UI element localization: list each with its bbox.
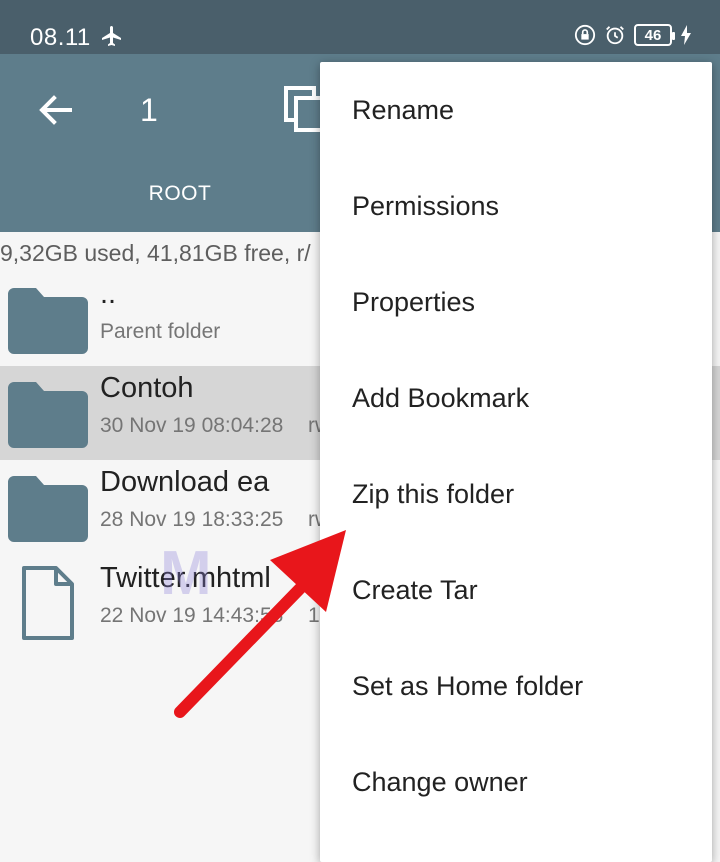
menu-item-create-tar[interactable]: Create Tar bbox=[320, 542, 712, 638]
status-time: 08.11 bbox=[30, 24, 91, 51]
menu-item-rename[interactable]: Rename bbox=[320, 62, 712, 158]
menu-item-properties[interactable]: Properties bbox=[320, 254, 712, 350]
menu-item-add-bookmark[interactable]: Add Bookmark bbox=[320, 350, 712, 446]
menu-item-permissions[interactable]: Permissions bbox=[320, 158, 712, 254]
folder-icon bbox=[8, 382, 88, 448]
file-name: .. bbox=[100, 278, 117, 310]
back-arrow-icon[interactable] bbox=[34, 88, 78, 132]
file-date: 28 Nov 19 18:33:25 bbox=[100, 508, 284, 531]
file-date: 22 Nov 19 14:43:58 bbox=[100, 604, 284, 627]
file-name: Contoh bbox=[100, 372, 194, 404]
file-date: 30 Nov 19 08:04:28 bbox=[100, 414, 284, 437]
menu-item-set-as-home-folder[interactable]: Set as Home folder bbox=[320, 638, 712, 734]
storage-info: 9,32GB used, 41,81GB free, r/ bbox=[0, 240, 311, 266]
selection-count: 1 bbox=[140, 92, 158, 128]
folder-icon bbox=[8, 476, 88, 542]
lock-rotation-icon bbox=[574, 24, 596, 46]
context-menu: Rename Permissions Properties Add Bookma… bbox=[320, 62, 712, 862]
battery-icon: 46 bbox=[634, 24, 675, 46]
status-bar: 08.11 46 bbox=[0, 0, 720, 54]
battery-level: 46 bbox=[644, 26, 662, 44]
status-icons: 46 bbox=[574, 24, 692, 46]
menu-item-zip-this-folder[interactable]: Zip this folder bbox=[320, 446, 712, 542]
alarm-icon bbox=[606, 26, 624, 45]
file-meta: Parent folder bbox=[100, 320, 221, 343]
charging-icon bbox=[681, 25, 691, 45]
airplane-icon bbox=[102, 26, 121, 46]
menu-item-change-owner[interactable]: Change owner bbox=[320, 734, 712, 830]
folder-icon bbox=[8, 288, 88, 354]
document-icon bbox=[22, 566, 74, 640]
file-name: Twitter.mhtml bbox=[100, 562, 271, 594]
file-name: Download ea bbox=[100, 466, 270, 498]
tab-root[interactable]: ROOT bbox=[120, 172, 240, 216]
